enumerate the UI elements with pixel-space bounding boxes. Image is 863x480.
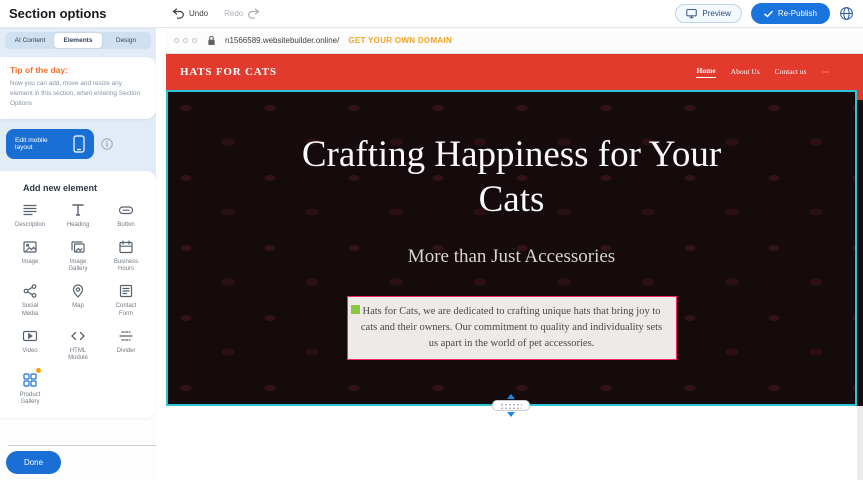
redo-label: Redo <box>224 9 243 18</box>
heading-icon <box>69 201 87 219</box>
undo-button[interactable]: Undo <box>172 8 208 19</box>
done-button[interactable]: Done <box>6 451 61 474</box>
element-item-social-media[interactable]: Social Media <box>6 282 54 317</box>
add-new-element-panel: Add new element Description <box>0 171 156 419</box>
undo-label: Undo <box>189 9 208 18</box>
undo-icon <box>172 8 185 19</box>
element-drag-handle[interactable] <box>351 305 360 314</box>
lock-icon <box>207 35 216 46</box>
preview-button[interactable]: Preview <box>675 4 741 23</box>
window-dot-icon <box>174 38 179 43</box>
element-grid: Description Heading <box>6 201 150 407</box>
element-item-divider[interactable]: Divider <box>102 327 150 362</box>
url-text[interactable]: n1566589.websitebuilder.online/ <box>225 36 339 45</box>
phone-icon <box>73 135 85 153</box>
button-icon <box>117 201 135 219</box>
republish-label: Re-Publish <box>778 9 817 18</box>
window-dot-icon <box>192 38 197 43</box>
tab-elements[interactable]: Elements <box>54 33 102 48</box>
social-media-icon <box>21 282 39 300</box>
language-globe-button[interactable] <box>839 6 854 21</box>
scrollbar-segment-dark <box>857 100 863 406</box>
add-new-element-title: Add new element <box>23 183 150 193</box>
hero-paragraph: Hats for Cats, we are dedicated to craft… <box>361 306 662 349</box>
element-item-product-gallery[interactable]: Product Gallery <box>6 371 54 406</box>
grip-dots-icon <box>500 403 522 409</box>
hero-subheadline[interactable]: More than Just Accessories <box>166 246 857 268</box>
republish-button[interactable]: Re-Publish <box>751 3 830 24</box>
section-resize-handle[interactable] <box>489 394 533 420</box>
hero-section[interactable]: Crafting Happiness for Your Cats More th… <box>166 90 857 406</box>
image-gallery-icon <box>69 238 87 256</box>
redo-button[interactable]: Redo <box>224 8 260 19</box>
html-module-icon <box>69 327 87 345</box>
resize-grip[interactable] <box>492 400 530 411</box>
edit-mobile-layout-button[interactable]: Edit mobile layout <box>6 129 94 159</box>
app-window: Section options Undo Redo <box>0 0 863 480</box>
nav-item-contact-us[interactable]: Contact us <box>775 67 807 78</box>
site-logo[interactable]: HATS FOR CATS <box>180 66 277 78</box>
element-item-button[interactable]: Button <box>102 201 150 229</box>
scrollbar-segment-red <box>857 54 863 100</box>
hero-paragraph-box[interactable]: Hats for Cats, we are dedicated to craft… <box>347 296 677 359</box>
map-icon <box>69 282 87 300</box>
left-sidebar: AI Content Elements Design Tip of the da… <box>0 28 156 480</box>
site-nav: Home About Us Contact us ⋯ <box>696 66 829 78</box>
get-your-own-domain-link[interactable]: GET YOUR OWN DOMAIN <box>348 36 452 45</box>
tip-title: Tip of the day: <box>10 65 146 75</box>
toolbar-right-cluster: Preview Re-Publish <box>675 3 863 24</box>
contact-form-icon <box>117 282 135 300</box>
product-gallery-icon <box>21 371 39 389</box>
tab-design[interactable]: Design <box>102 33 150 48</box>
site-preview-frame: n1566589.websitebuilder.online/ GET YOUR… <box>166 28 863 480</box>
video-icon <box>21 327 39 345</box>
nav-item-about-us[interactable]: About Us <box>731 67 760 78</box>
preview-label: Preview <box>702 9 730 18</box>
top-toolbar: Section options Undo Redo <box>0 0 863 28</box>
edit-mobile-label: Edit mobile layout <box>15 137 66 151</box>
nav-item-home[interactable]: Home <box>696 66 715 78</box>
element-item-contact-form[interactable]: Contact Form <box>102 282 150 317</box>
new-badge <box>35 367 42 374</box>
window-dot-icon <box>183 38 188 43</box>
element-item-image-gallery[interactable]: Image Gallery <box>54 238 102 273</box>
element-item-description[interactable]: Description <box>6 201 54 229</box>
tip-of-the-day-card: Tip of the day: Now you can add, move an… <box>0 57 156 119</box>
browser-chrome-bar: n1566589.websitebuilder.online/ GET YOUR… <box>166 28 863 54</box>
element-item-heading[interactable]: Heading <box>54 201 102 229</box>
element-item-map[interactable]: Map <box>54 282 102 317</box>
monitor-icon <box>686 8 697 19</box>
history-controls: Undo Redo <box>172 8 260 19</box>
element-item-video[interactable]: Video <box>6 327 54 362</box>
info-icon[interactable] <box>101 138 113 150</box>
tip-body: Now you can add, move and resize any ele… <box>10 79 146 109</box>
sidebar-divider <box>8 445 156 446</box>
page-scrollbar[interactable] <box>857 54 863 480</box>
description-icon <box>21 201 39 219</box>
globe-icon <box>839 6 854 21</box>
edit-mobile-row: Edit mobile layout <box>0 119 156 167</box>
resize-arrow-down-icon <box>507 412 515 417</box>
resize-arrow-up-icon <box>507 394 515 399</box>
check-icon <box>764 10 773 18</box>
element-item-image[interactable]: Image <box>6 238 54 273</box>
element-item-business-hours[interactable]: Business Hours <box>102 238 150 273</box>
image-icon <box>21 238 39 256</box>
site-header: HATS FOR CATS Home About Us Contact us ⋯ <box>166 54 863 90</box>
hero-headline[interactable]: Crafting Happiness for Your Cats <box>292 132 732 222</box>
page-title: Section options <box>0 6 158 21</box>
business-hours-icon <box>117 238 135 256</box>
sidebar-tab-bar: AI Content Elements Design <box>5 32 151 49</box>
element-item-html-module[interactable]: HTML Module <box>54 327 102 362</box>
redo-icon <box>247 8 260 19</box>
nav-overflow-ellipsis[interactable]: ⋯ <box>822 67 830 78</box>
divider-icon <box>117 327 135 345</box>
tab-ai-content[interactable]: AI Content <box>6 33 54 48</box>
